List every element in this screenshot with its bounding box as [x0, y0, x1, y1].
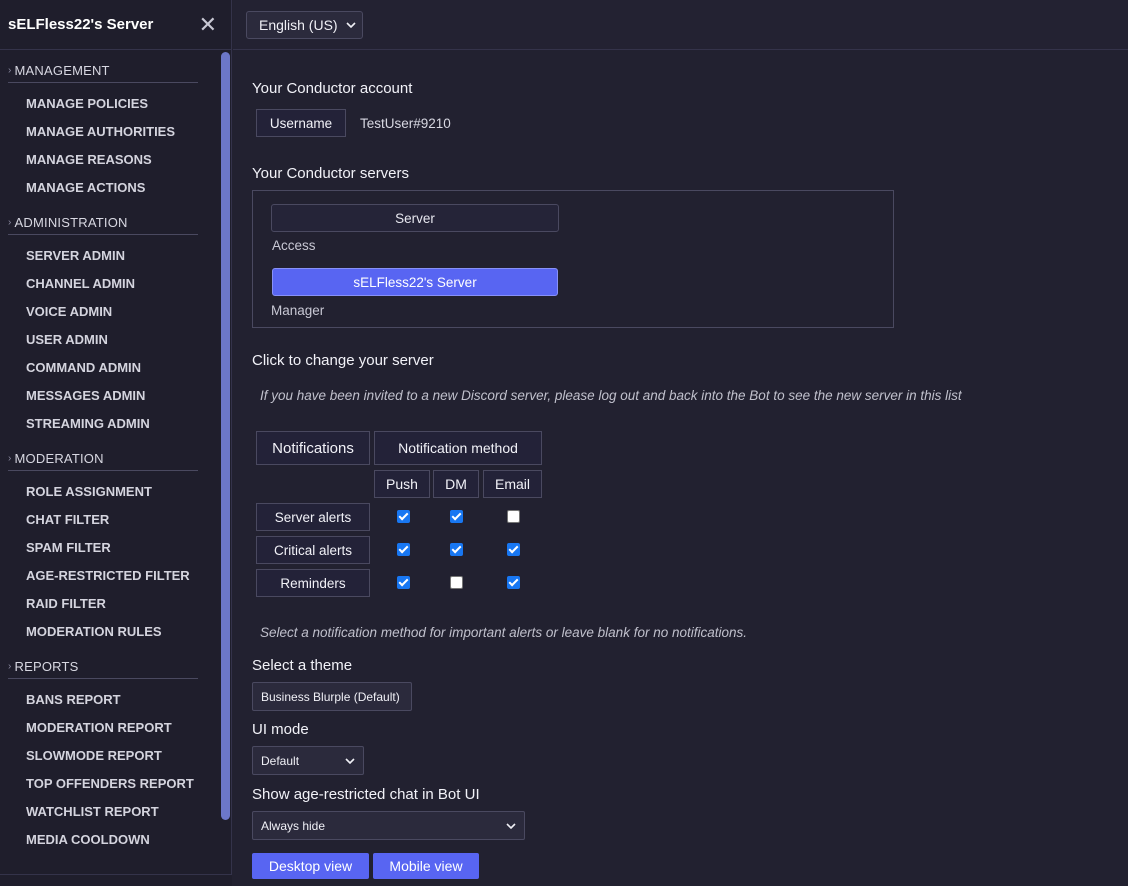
- main-content: Your Conductor account Username TestUser…: [252, 51, 1128, 886]
- chevron-right-icon: ›: [8, 661, 12, 672]
- servers-table: Server Access sELFless22's Server Manage…: [252, 190, 894, 328]
- sidebar-item-streaming-admin[interactable]: STREAMING ADMIN: [0, 410, 218, 438]
- method-header-dm: DM: [433, 470, 479, 498]
- notification-row-label: Server alerts: [256, 503, 370, 531]
- sidebar-item-media-cooldown[interactable]: MEDIA COOLDOWN: [0, 826, 218, 854]
- sidebar-section: › MANAGEMENT MANAGE POLICIES MANAGE AUTHORI…: [0, 51, 218, 203]
- chevron-right-icon: ›: [8, 217, 12, 228]
- sidebar-section: › REPORTS BANS REPORT MODERATION REPORT SLOW…: [0, 647, 218, 855]
- sidebar-item-server-admin[interactable]: SERVER ADMIN: [0, 242, 218, 270]
- sidebar-section-title: REPORTS: [14, 659, 79, 674]
- notification-row-label: Reminders: [256, 569, 370, 597]
- sidebar-section-header[interactable]: › REPORTS: [8, 657, 198, 679]
- sidebar-section-title: ADMINISTRATION: [14, 215, 128, 230]
- sidebar-item-manage-policies[interactable]: MANAGE POLICIES: [0, 90, 218, 118]
- method-header-email: Email: [483, 470, 542, 498]
- chevron-down-icon: [346, 22, 356, 28]
- ui-mode-label: UI mode: [252, 721, 309, 738]
- chevron-down-icon: [345, 757, 355, 764]
- age-chat-select[interactable]: Always hide: [252, 811, 525, 840]
- chevron-right-icon: ›: [8, 65, 12, 76]
- sidebar-item-slowmode-report[interactable]: SLOWMODE REPORT: [0, 742, 218, 770]
- account-heading: Your Conductor account: [252, 80, 413, 97]
- sidebar-section-items: MANAGE POLICIES MANAGE AUTHORITIES MANAGE …: [0, 83, 218, 203]
- notification-row-label: Critical alerts: [256, 536, 370, 564]
- sidebar-header: sELFless22's Server ✕: [0, 0, 231, 50]
- sidebar-nav: › MANAGEMENT MANAGE POLICIES MANAGE AUTHORI…: [0, 51, 218, 874]
- sidebar-footer: [0, 874, 232, 886]
- server-select-button[interactable]: sELFless22's Server: [272, 268, 558, 296]
- sidebar-section-title: MANAGEMENT: [14, 63, 110, 78]
- change-server-note: If you have been invited to a new Discor…: [260, 388, 962, 403]
- checkbox-push[interactable]: [397, 543, 410, 556]
- close-icon[interactable]: ✕: [199, 13, 217, 36]
- top-bar: English (US): [233, 0, 1128, 50]
- sidebar-section: › ADMINISTRATION SERVER ADMIN CHANNEL ADMIN…: [0, 203, 218, 439]
- mobile-view-button[interactable]: Mobile view: [373, 853, 479, 879]
- sidebar-item-user-admin[interactable]: USER ADMIN: [0, 326, 218, 354]
- ui-mode-select-value: Default: [261, 753, 300, 768]
- sidebar-title: sELFless22's Server: [8, 16, 154, 33]
- sidebar-section-title: MODERATION: [14, 451, 104, 466]
- sidebar-item-age-restricted-filter[interactable]: AGE-RESTRICTED FILTER: [0, 562, 218, 590]
- checkbox-dm[interactable]: [450, 543, 463, 556]
- age-chat-label: Show age-restricted chat in Bot UI: [252, 786, 480, 803]
- sidebar-section: › MODERATION ROLE ASSIGNMENT CHAT FILTER SPA…: [0, 439, 218, 647]
- sidebar-item-messages-admin[interactable]: MESSAGES ADMIN: [0, 382, 218, 410]
- sidebar-item-chat-filter[interactable]: CHAT FILTER: [0, 506, 218, 534]
- sidebar-item-spam-filter[interactable]: SPAM FILTER: [0, 534, 218, 562]
- checkbox-push[interactable]: [397, 576, 410, 589]
- ui-mode-select[interactable]: Default: [252, 746, 364, 775]
- checkbox-email[interactable]: [507, 543, 520, 556]
- sidebar-section-items: SERVER ADMIN CHANNEL ADMIN VOICE ADMIN USER…: [0, 235, 218, 439]
- language-select[interactable]: English (US): [246, 11, 363, 39]
- desktop-view-button[interactable]: Desktop view: [252, 853, 369, 879]
- sidebar-item-manage-authorities[interactable]: MANAGE AUTHORITIES: [0, 118, 218, 146]
- sidebar-item-bans-report[interactable]: BANS REPORT: [0, 686, 218, 714]
- sidebar-item-manage-reasons[interactable]: MANAGE REASONS: [0, 146, 218, 174]
- notification-method-header: Notification method: [374, 431, 542, 465]
- theme-select[interactable]: Business Blurple (Default): [252, 682, 412, 711]
- sidebar-section-items: ROLE ASSIGNMENT CHAT FILTER SPAM FILTER AGE…: [0, 471, 218, 647]
- change-server-heading: Click to change your server: [252, 352, 434, 369]
- sidebar-item-raid-filter[interactable]: RAID FILTER: [0, 590, 218, 618]
- sidebar-section-header[interactable]: › MODERATION: [8, 449, 198, 471]
- sidebar-section-header[interactable]: › MANAGEMENT: [8, 61, 198, 83]
- username-value: TestUser#9210: [360, 116, 451, 131]
- sidebar-section-items: BANS REPORT MODERATION REPORT SLOWMODE REP…: [0, 679, 218, 855]
- server-role: Manager: [271, 303, 325, 318]
- sidebar-item-role-assignment[interactable]: ROLE ASSIGNMENT: [0, 478, 218, 506]
- chevron-down-icon: [506, 822, 516, 829]
- method-header-push: Push: [374, 470, 430, 498]
- checkbox-email[interactable]: [507, 576, 520, 589]
- sidebar: sELFless22's Server ✕ › MANAGEMENT MANAGE …: [0, 0, 232, 886]
- sidebar-item-watchlist-report[interactable]: WATCHLIST REPORT: [0, 798, 218, 826]
- sidebar-item-manage-actions[interactable]: MANAGE ACTIONS: [0, 174, 218, 202]
- sidebar-item-moderation-report[interactable]: MODERATION REPORT: [0, 714, 218, 742]
- checkbox-email[interactable]: [507, 510, 520, 523]
- checkbox-dm[interactable]: [450, 510, 463, 523]
- checkbox-push[interactable]: [397, 510, 410, 523]
- sidebar-section-header[interactable]: › ADMINISTRATION: [8, 213, 198, 235]
- sidebar-item-command-admin[interactable]: COMMAND ADMIN: [0, 354, 218, 382]
- username-label: Username: [256, 109, 346, 137]
- language-select-value: English (US): [259, 17, 338, 33]
- theme-label: Select a theme: [252, 657, 353, 674]
- notifications-note: Select a notification method for importa…: [260, 625, 748, 640]
- age-chat-select-value: Always hide: [261, 818, 326, 833]
- sidebar-scrollbar-thumb[interactable]: [221, 52, 230, 820]
- notifications-header: Notifications: [256, 431, 370, 465]
- theme-select-value: Business Blurple (Default): [261, 689, 400, 704]
- sidebar-item-voice-admin[interactable]: VOICE ADMIN: [0, 298, 218, 326]
- servers-heading: Your Conductor servers: [252, 165, 410, 182]
- checkbox-dm[interactable]: [450, 576, 463, 589]
- sidebar-item-channel-admin[interactable]: CHANNEL ADMIN: [0, 270, 218, 298]
- sidebar-item-moderation-rules[interactable]: MODERATION RULES: [0, 618, 218, 646]
- server-column-header: Server: [271, 204, 559, 232]
- access-label: Access: [272, 238, 316, 253]
- sidebar-item-top-offenders-report[interactable]: TOP OFFENDERS REPORT: [0, 770, 218, 798]
- chevron-right-icon: ›: [8, 453, 12, 464]
